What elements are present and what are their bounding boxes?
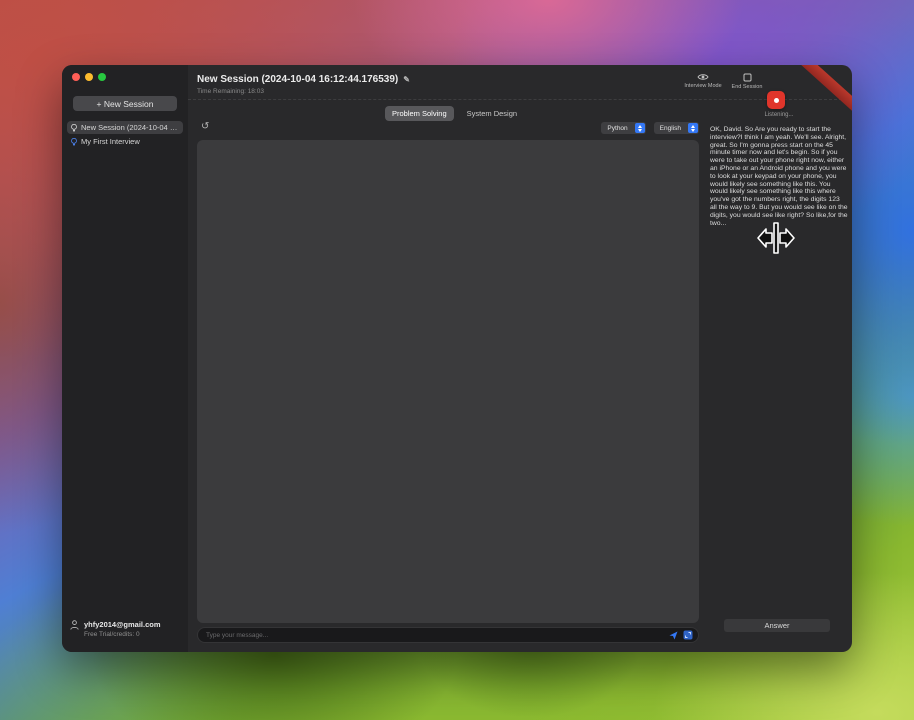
sidebar-item-first-interview[interactable]: My First Interview: [67, 135, 183, 148]
app-window: + New Session New Session (2024-10-04 1.…: [62, 65, 852, 652]
expand-icon[interactable]: [683, 630, 693, 640]
answer-button[interactable]: Answer: [724, 619, 830, 632]
language-select[interactable]: Python: [601, 122, 645, 134]
lightbulb-icon: [71, 138, 77, 146]
speech-select-value: English: [660, 125, 681, 132]
session-label: My First Interview: [81, 137, 140, 146]
mode-tabs: Problem Solving System Design: [385, 106, 524, 121]
account-plan: Free Trial/credits: 0: [84, 631, 161, 638]
new-session-button[interactable]: + New Session: [73, 96, 177, 111]
sidebar: + New Session New Session (2024-10-04 1.…: [62, 65, 188, 652]
listening-status: Listening...: [706, 112, 852, 118]
solution-canvas[interactable]: [197, 140, 699, 623]
listening-record-button[interactable]: [767, 91, 785, 109]
window-controls: [72, 73, 106, 81]
time-remaining: Time Remaining: 18:03: [197, 88, 264, 95]
tab-problem-solving[interactable]: Problem Solving: [385, 106, 454, 121]
transcript-panel: Listening... OK, David. So Are you ready…: [706, 65, 852, 652]
minimize-button[interactable]: [85, 73, 93, 81]
speech-language-select[interactable]: English: [654, 122, 699, 134]
chevron-updown-icon: [635, 123, 645, 133]
tab-system-design[interactable]: System Design: [460, 106, 524, 121]
send-icon[interactable]: [669, 631, 678, 640]
user-icon: [70, 620, 79, 630]
language-select-value: Python: [607, 125, 627, 132]
chevron-updown-icon: [688, 123, 698, 133]
message-input-bar: [197, 627, 699, 643]
message-input[interactable]: [206, 632, 669, 639]
edit-title-icon[interactable]: ✎: [403, 75, 410, 84]
zoom-button[interactable]: [98, 73, 106, 81]
account-email: yhfy2014@gmail.com: [84, 620, 161, 629]
close-button[interactable]: [72, 73, 80, 81]
page-title: New Session (2024-10-04 16:12:44.176539): [197, 74, 398, 85]
select-row: Python English: [62, 122, 699, 134]
transcript-text: OK, David. So Are you ready to start the…: [710, 126, 848, 227]
account-info[interactable]: yhfy2014@gmail.com Free Trial/credits: 0: [70, 620, 161, 638]
